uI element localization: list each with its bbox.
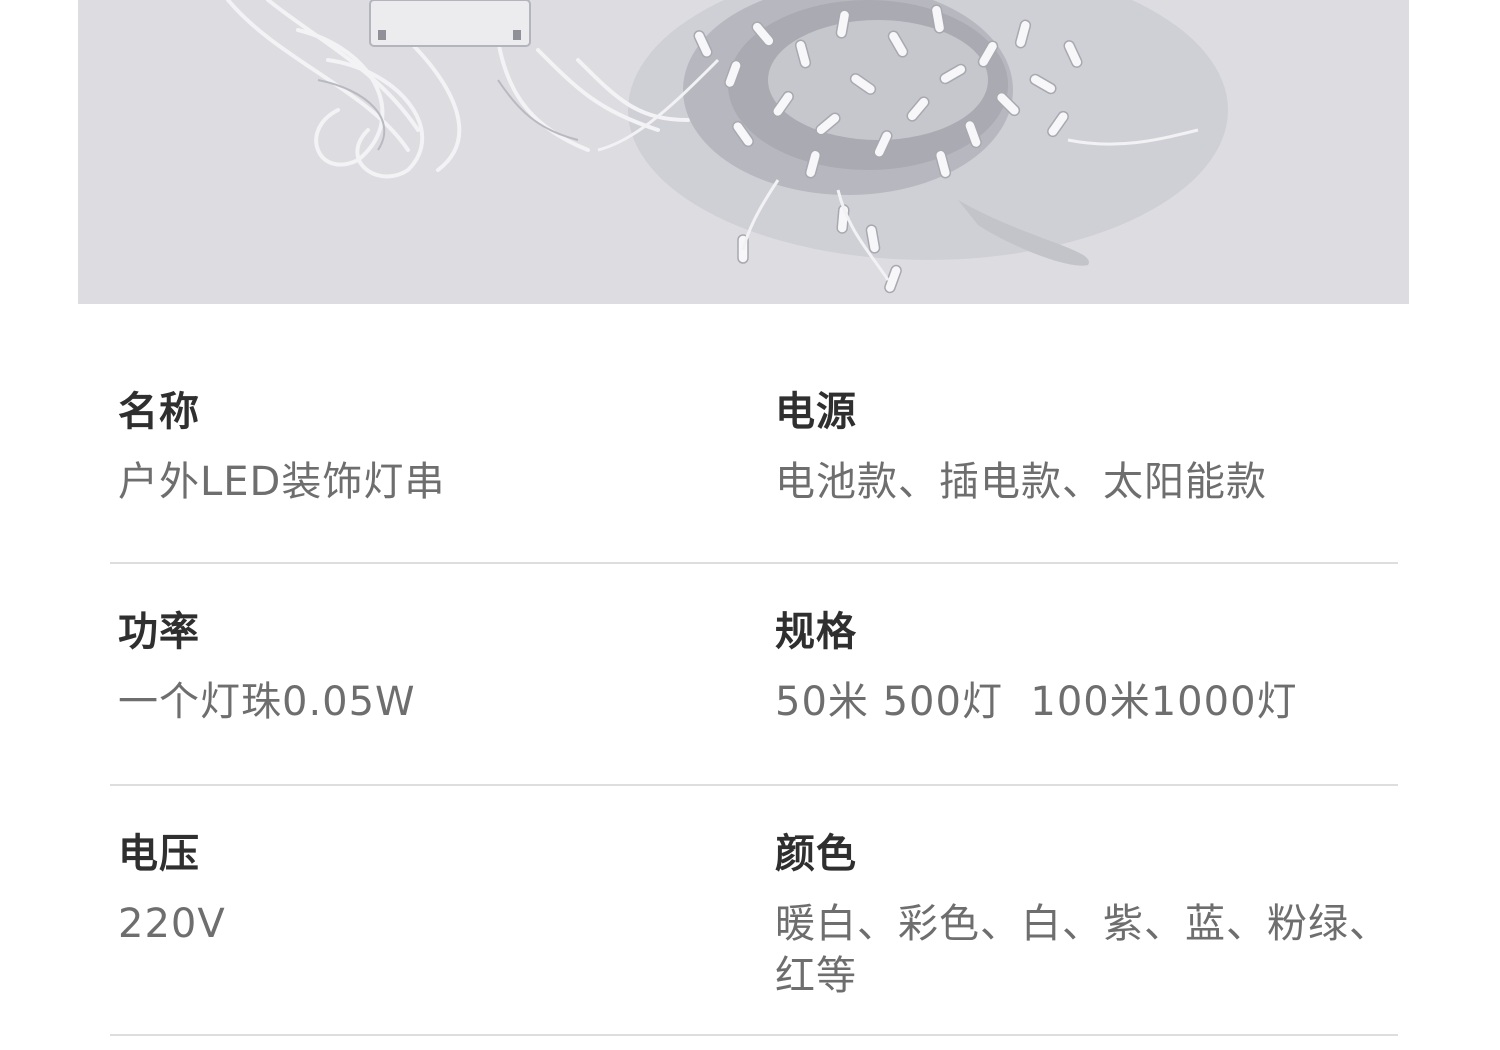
spec-item-voltage: 电压 220V [118, 830, 718, 950]
spec-label: 名称 [118, 389, 200, 435]
spec-item-power-source: 电源 电池款、插电款、太阳能款 [775, 388, 1405, 508]
spec-value: 户外LED装饰灯串 [118, 459, 446, 505]
product-detail-page: 名称 户外LED装饰灯串 电源 电池款、插电款、太阳能款 功率 一个灯珠0.05… [0, 0, 1500, 1050]
spec-item-size: 规格 50米 500灯 100米1000灯 [775, 608, 1405, 728]
spec-row: 名称 户外LED装饰灯串 电源 电池款、插电款、太阳能款 [110, 344, 1398, 564]
spec-label: 电压 [118, 831, 200, 877]
spec-label: 电源 [775, 389, 857, 435]
spec-value: 一个灯珠0.05W [118, 679, 416, 725]
spec-item-name: 名称 户外LED装饰灯串 [118, 388, 718, 508]
spec-label: 颜色 [775, 831, 857, 877]
spec-table: 名称 户外LED装饰灯串 电源 电池款、插电款、太阳能款 功率 一个灯珠0.05… [110, 344, 1398, 1036]
spec-label: 功率 [118, 609, 200, 655]
spec-value: 220V [118, 901, 226, 947]
spec-value: 电池款、插电款、太阳能款 [775, 459, 1267, 505]
spec-item-wattage: 功率 一个灯珠0.05W [118, 608, 718, 728]
spec-item-color: 颜色 暖白、彩色、白、紫、蓝、粉绿、红等 [775, 830, 1405, 1002]
spec-row: 功率 一个灯珠0.05W 规格 50米 500灯 100米1000灯 [110, 564, 1398, 786]
led-string-lights-image [78, 0, 1409, 304]
spec-label: 规格 [775, 609, 857, 655]
spec-row: 电压 220V 颜色 暖白、彩色、白、紫、蓝、粉绿、红等 [110, 786, 1398, 1036]
product-photo [78, 0, 1409, 304]
spec-value: 暖白、彩色、白、紫、蓝、粉绿、红等 [775, 901, 1390, 999]
spec-value: 50米 500灯 100米1000灯 [775, 679, 1298, 725]
